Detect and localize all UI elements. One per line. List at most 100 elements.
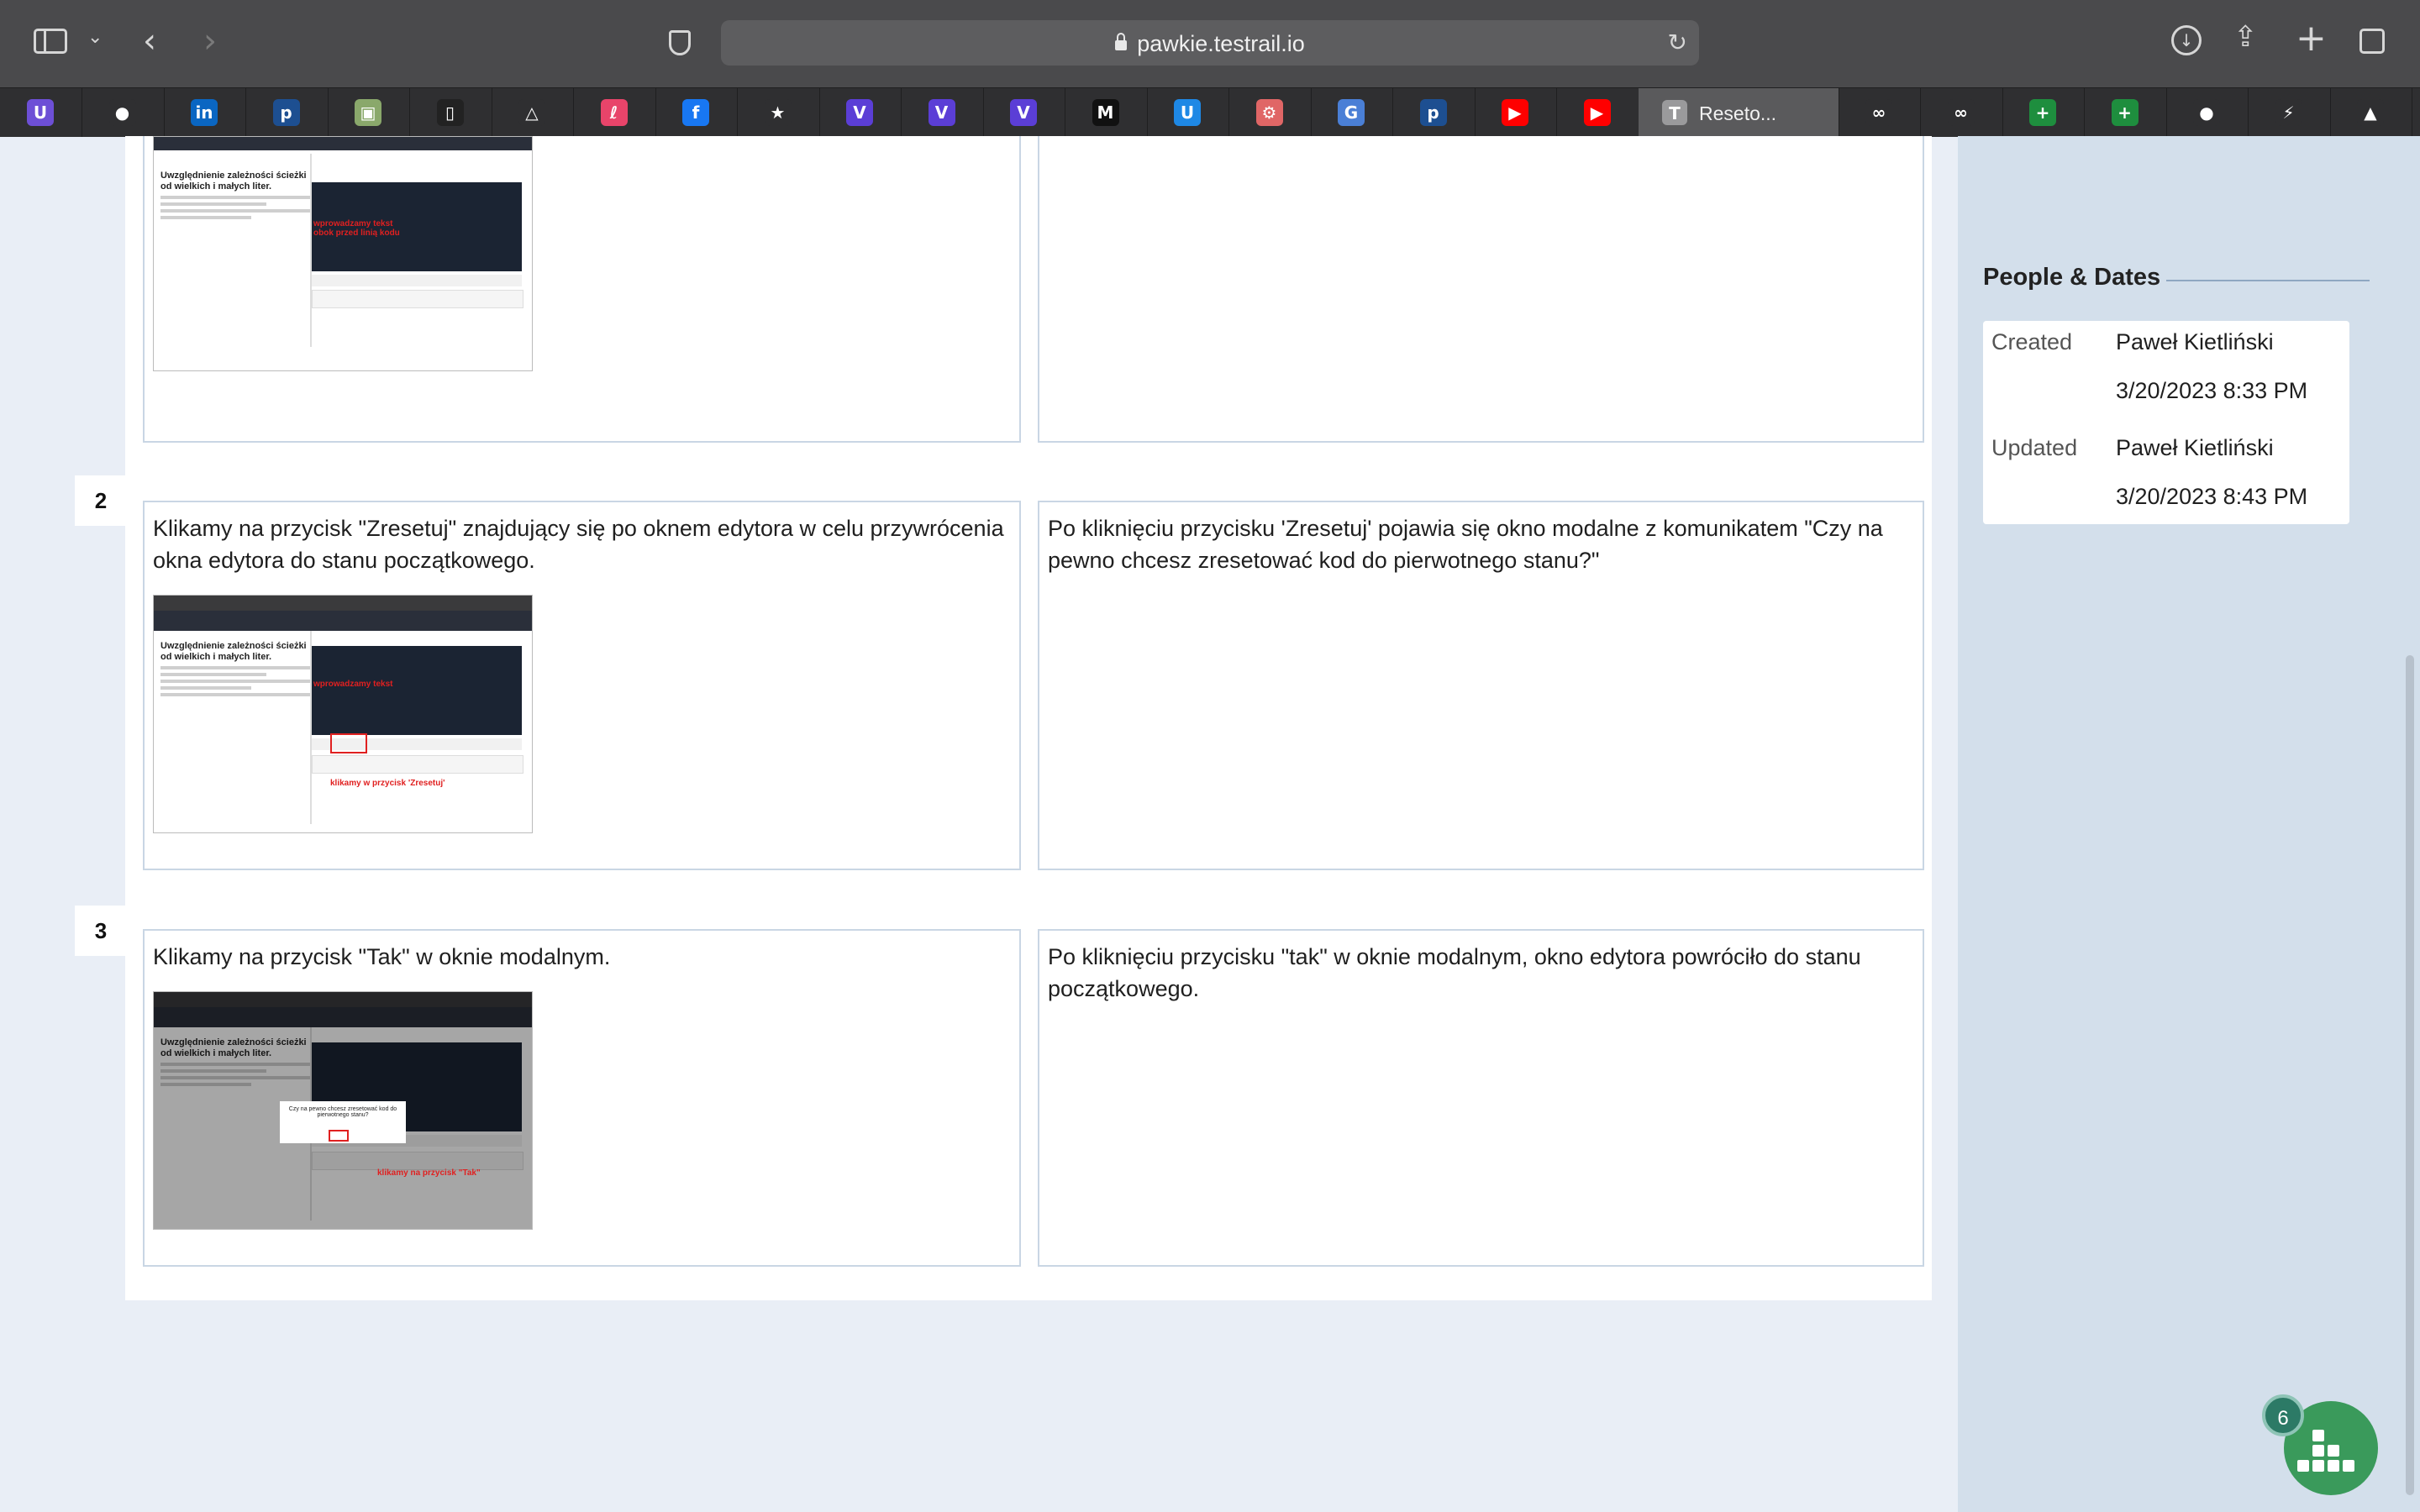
tab[interactable]: V xyxy=(819,88,902,137)
thumb-modal-text: Czy na pewno chcesz zresetować kod do pi… xyxy=(288,1106,397,1118)
step-action-text: Klikamy na przycisk "Zresetuj" znajdując… xyxy=(153,516,1004,573)
step-2-expected-cell[interactable]: Po kliknięciu przycisku 'Zresetuj' pojaw… xyxy=(1038,501,1924,870)
thumb-note: klikamy w przycisk 'Zresetuj' xyxy=(330,779,445,788)
tab[interactable]: △ xyxy=(492,88,574,137)
created-by: Paweł Kietliński xyxy=(2116,329,2274,354)
u-circle-icon: U xyxy=(1174,99,1201,126)
tab[interactable]: p xyxy=(246,88,329,137)
tab-active[interactable]: T Reseto... xyxy=(1639,88,1839,137)
triangle-icon: △ xyxy=(518,99,545,126)
notion-icon: ℓ xyxy=(600,99,628,126)
step-1-screenshot[interactable]: Uwzględnienie zależności ścieżki od wiel… xyxy=(153,136,533,371)
tab[interactable]: V xyxy=(902,88,984,137)
browser-toolbar: ⌄ ‹ › pawkie.testrail.io ↻ ↓ ⇪ + xyxy=(0,0,2420,87)
privacy-shield-icon[interactable] xyxy=(669,30,691,55)
thumb-heading: Uwzględnienie zależności ścieżki od wiel… xyxy=(160,171,307,192)
youtube-icon: ▶ xyxy=(1502,99,1528,126)
tab[interactable]: ⚡ xyxy=(2249,88,2331,137)
sheets-plus-icon: + xyxy=(2111,99,2139,126)
tab[interactable]: ⚙ xyxy=(1229,88,1312,137)
thumb-note: klikamy na przycisk "Tak" xyxy=(377,1168,481,1178)
tab[interactable]: + xyxy=(2085,88,2167,137)
tab[interactable]: ▶ xyxy=(1475,88,1557,137)
infinity-icon: ∞ xyxy=(1865,99,1892,126)
star-icon: ★ xyxy=(764,99,792,126)
step-expected-text: Po kliknięciu przycisku "tak" w oknie mo… xyxy=(1048,944,1861,1001)
translate-icon: G xyxy=(1338,99,1365,126)
tab[interactable]: ℓ xyxy=(574,88,656,137)
tab[interactable]: ▣ xyxy=(328,88,410,137)
linkedin-icon: in xyxy=(191,99,218,126)
thumb-heading: Uwzględnienie zależności ścieżki od wiel… xyxy=(160,641,307,662)
updated-label: Updated xyxy=(1991,435,2078,460)
forward-icon[interactable]: › xyxy=(203,22,217,60)
step-2-screenshot[interactable]: Uwzględnienie zależności ścieżki od wiel… xyxy=(153,595,533,833)
step-number: 3 xyxy=(75,906,127,956)
tab[interactable]: V xyxy=(983,88,1065,137)
section-divider xyxy=(2166,280,2370,281)
tab[interactable]: ∞ xyxy=(1921,88,2003,137)
notification-badge: 6 xyxy=(2262,1394,2304,1436)
tab[interactable]: M xyxy=(1065,88,1148,137)
people-dates-box: Created Paweł Kietliński 3/20/2023 8:33 … xyxy=(1983,321,2349,524)
step-expected-text: Po kliknięciu przycisku 'Zresetuj' pojaw… xyxy=(1048,516,1883,573)
tab[interactable]: ★ xyxy=(738,88,820,137)
updated-by: Paweł Kietliński xyxy=(2116,435,2274,460)
tab[interactable]: ▶ xyxy=(1557,88,1639,137)
p-icon: p xyxy=(272,99,300,126)
tab[interactable]: ∞ xyxy=(1839,88,1921,137)
people-dates-heading: People & Dates xyxy=(1983,264,2161,291)
tab-bar: U ● in p ▣ ▯ △ ℓ f ★ V V V M U ⚙ Gp ▶ ▶ T Reseto... ∞ ∞ + + ● ⚡ ▲ xyxy=(0,87,2420,137)
tab[interactable]: U xyxy=(1147,88,1229,137)
tablet-icon: ▯ xyxy=(436,99,464,126)
step-1-action-cell: Uwzględnienie zależności ścieżki od wiel… xyxy=(143,136,1021,443)
step-2-action-cell[interactable]: Klikamy na przycisk "Zresetuj" znajdując… xyxy=(143,501,1021,870)
created-date: 3/20/2023 8:33 PM xyxy=(2116,378,2308,403)
tab[interactable]: U xyxy=(0,88,82,137)
photo-icon: ▣ xyxy=(355,99,381,126)
p-icon: p xyxy=(1419,99,1447,126)
url-text: pawkie.testrail.io xyxy=(1137,31,1305,56)
sidebar-toggle-icon[interactable] xyxy=(34,29,67,54)
thumb-modal: Czy na pewno chcesz zresetować kod do pi… xyxy=(280,1101,406,1143)
shield-v-icon: V xyxy=(928,99,955,126)
share-icon[interactable]: ⇪ xyxy=(2233,20,2258,54)
address-bar[interactable]: pawkie.testrail.io ↻ xyxy=(721,20,1699,66)
tab[interactable]: f xyxy=(655,88,738,137)
back-icon[interactable]: ‹ xyxy=(143,22,156,60)
step-action-text: Klikamy na przycisk "Tak" w oknie modaln… xyxy=(153,944,611,969)
new-tab-icon[interactable]: + xyxy=(2296,17,2327,60)
tab[interactable]: G xyxy=(1311,88,1393,137)
tab[interactable]: in xyxy=(164,88,246,137)
openai-icon: ⚙ xyxy=(1255,99,1283,126)
step-number: 2 xyxy=(75,475,127,526)
drive-icon: ▲ xyxy=(2357,99,2384,126)
chevron-down-icon[interactable]: ⌄ xyxy=(87,27,103,48)
tab[interactable]: p xyxy=(1393,88,1476,137)
tab[interactable]: ● xyxy=(2166,88,2249,137)
unlisted-icon: U xyxy=(27,99,54,126)
youtube-icon: ▶ xyxy=(1583,99,1611,126)
step-3-screenshot[interactable]: Uwzględnienie zależności ścieżki od wiel… xyxy=(153,991,533,1230)
tab[interactable]: ▲ xyxy=(2330,88,2412,137)
tab-overview-icon[interactable] xyxy=(2360,29,2385,54)
thumb-note: wprowadzamy tekst xyxy=(313,680,393,689)
tab[interactable]: + xyxy=(2002,88,2085,137)
updated-date: 3/20/2023 8:43 PM xyxy=(2116,484,2308,509)
tab-title: Reseto... xyxy=(1699,102,1777,124)
download-icon[interactable]: ↓ xyxy=(2171,25,2202,55)
step-1-expected-cell xyxy=(1038,136,1924,443)
m-logo-icon: M xyxy=(1092,99,1119,126)
tab[interactable]: ● xyxy=(82,88,165,137)
shield-v-icon: V xyxy=(1010,99,1037,126)
tab[interactable]: ▯ xyxy=(410,88,492,137)
lock-icon xyxy=(1115,33,1128,50)
facebook-icon: f xyxy=(682,99,709,126)
step-3-expected-cell[interactable]: Po kliknięciu przycisku "tak" w oknie mo… xyxy=(1038,929,1924,1267)
sidebar-scrollbar[interactable] xyxy=(2406,655,2414,1495)
step-3-action-cell[interactable]: Klikamy na przycisk "Tak" w oknie modaln… xyxy=(143,929,1021,1267)
reload-icon[interactable]: ↻ xyxy=(1668,29,1687,56)
sheets-plus-icon: + xyxy=(2029,99,2056,126)
infinity-icon: ∞ xyxy=(1947,99,1975,126)
created-label: Created xyxy=(1991,329,2073,354)
